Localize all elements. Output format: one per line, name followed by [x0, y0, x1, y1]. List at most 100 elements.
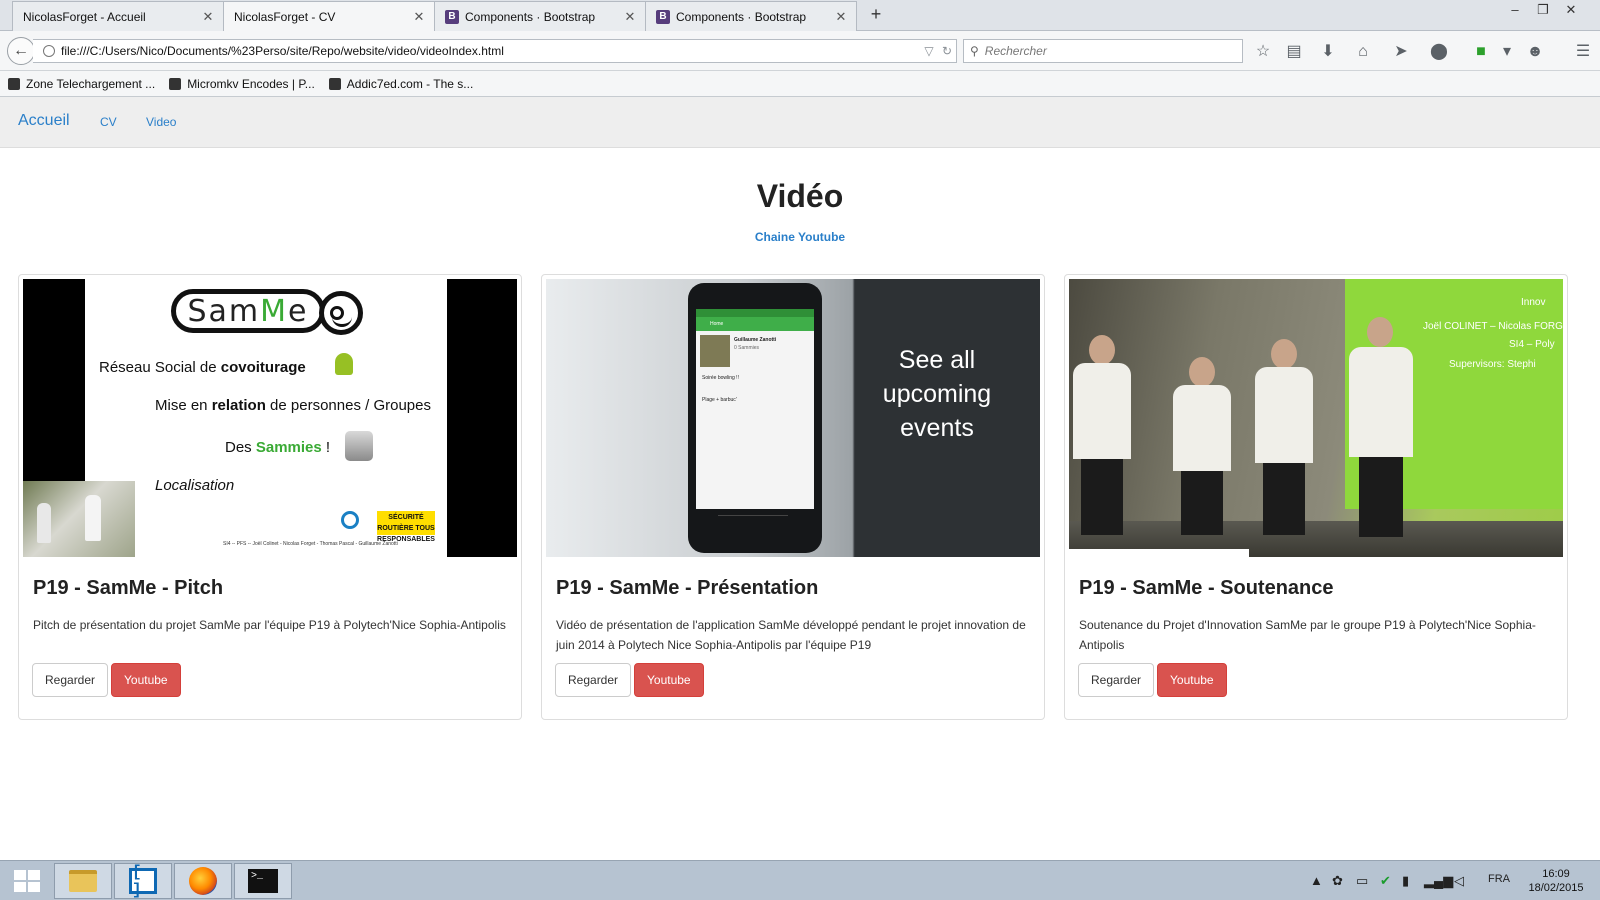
- card-title: P19 - SamMe - Soutenance: [1079, 577, 1334, 599]
- watch-button[interactable]: Regarder: [555, 663, 632, 697]
- tab-title: NicolasForget - CV: [234, 10, 336, 24]
- card-description: Soutenance du Projet d'Innovation SamMe …: [1079, 618, 1536, 652]
- youtube-channel-link[interactable]: Chaine Youtube: [0, 230, 1600, 244]
- slide-line: Réseau Social de covoiturage: [99, 359, 306, 376]
- system-clock[interactable]: 16:09 18/02/2015: [1520, 867, 1592, 895]
- windows-start-icon[interactable]: [14, 870, 40, 892]
- network-icon[interactable]: ▂▄▆: [1424, 873, 1453, 889]
- slide-line-text: Des: [225, 439, 256, 456]
- search-input[interactable]: ⚲ Rechercher: [963, 39, 1243, 63]
- youtube-button[interactable]: Youtube: [634, 663, 704, 697]
- slide-line-bold: relation: [211, 397, 266, 414]
- slide-line-text: Réseau Social de: [99, 359, 221, 376]
- slide-line: Mise en relation de personnes / Groupes: [155, 397, 431, 414]
- minimize-icon[interactable]: –: [1500, 2, 1530, 17]
- home-icon[interactable]: ⌂: [1352, 41, 1374, 63]
- person-head: [1189, 357, 1215, 387]
- terminal-icon: >_: [248, 869, 278, 893]
- adblock-icon[interactable]: ⬤: [1428, 41, 1450, 63]
- video-thumbnail[interactable]: Innov Joël COLINET – Nicolas FORGET – SI…: [1069, 279, 1563, 557]
- restore-icon[interactable]: ❐: [1528, 2, 1558, 18]
- event-item: Soirée bowling !!: [702, 375, 739, 381]
- slide-footer: SI4 -- PFS -- Joël Colinet - Nicolas For…: [223, 541, 398, 547]
- video-thumbnail[interactable]: Sam Me Réseau Social de covoiturage Mise …: [23, 279, 517, 557]
- address-bar[interactable]: file:///C:/Users/Nico/Documents/%23Perso…: [33, 39, 957, 63]
- tray-arrow-icon[interactable]: ▲: [1310, 873, 1323, 888]
- watch-button[interactable]: Regarder: [32, 663, 109, 697]
- partner-logo-icon: [341, 511, 359, 529]
- send-icon[interactable]: ➤: [1390, 41, 1412, 63]
- tray-app-icon[interactable]: ✿: [1332, 873, 1343, 889]
- taskbar-terminal[interactable]: >_: [234, 863, 292, 899]
- nav-link-cv[interactable]: CV: [100, 115, 117, 129]
- bookmark-item[interactable]: Addic7ed.com - The s...: [328, 76, 474, 91]
- menu-icon[interactable]: ☰: [1572, 41, 1594, 63]
- clock-time: 16:09: [1542, 868, 1570, 880]
- taskbar-firefox[interactable]: [174, 863, 232, 899]
- person-legs: [1081, 459, 1123, 535]
- bookmark-item[interactable]: Micromkv Encodes | P...: [169, 77, 315, 91]
- download-icon[interactable]: ⬇: [1317, 41, 1339, 63]
- bookmark-item[interactable]: Zone Telechargement ...: [8, 77, 155, 91]
- url-text: file:///C:/Users/Nico/Documents/%23Perso…: [61, 44, 504, 58]
- brackets-icon: [ ]: [129, 863, 157, 899]
- app-bar-title: Home: [710, 321, 724, 327]
- slide-line-bold: covoiturage: [220, 359, 306, 376]
- person-torso: [1349, 347, 1413, 457]
- person-torso: [1255, 367, 1313, 463]
- taskbar-brackets[interactable]: [ ]: [114, 863, 172, 899]
- video-thumbnail[interactable]: Home Guillaume Zanotti 0 Sammies Soirée …: [546, 279, 1040, 557]
- tray-security-icon[interactable]: ✔: [1380, 873, 1391, 889]
- card-description: Pitch de présentation du projet SamMe pa…: [33, 618, 506, 632]
- volume-icon[interactable]: ◁: [1454, 873, 1464, 889]
- bootstrap-icon: B: [656, 9, 670, 24]
- card-title: P19 - SamMe - Présentation: [556, 577, 819, 599]
- phone-status-bar: [696, 309, 814, 317]
- youtube-button[interactable]: Youtube: [1157, 663, 1227, 697]
- new-tab-icon[interactable]: +: [866, 4, 886, 25]
- bookmark-label: Addic7ed.com - The s...: [346, 76, 474, 91]
- brand-link[interactable]: Accueil: [18, 112, 70, 130]
- url-strip: [1069, 549, 1249, 557]
- dropdown-arrow-icon[interactable]: ▽: [920, 44, 938, 58]
- nav-link-video[interactable]: Video: [146, 115, 176, 129]
- tray-monitor-icon[interactable]: ▭: [1356, 873, 1368, 889]
- tab-cv[interactable]: NicolasForget - CV ✕: [223, 1, 435, 32]
- bootstrap-icon: B: [445, 9, 459, 24]
- tray-power-icon[interactable]: ▮: [1402, 873, 1409, 889]
- chat-icon[interactable]: ☻: [1524, 41, 1546, 63]
- taskbar-explorer[interactable]: [54, 863, 112, 899]
- back-arrow-icon[interactable]: ←: [7, 37, 35, 65]
- taskbar: [ ] >_ ▲ ✿ ▭ ✔ ▮ ▂▄▆ ◁ FRA 16:09 18/02/2…: [0, 860, 1600, 900]
- youtube-button[interactable]: Youtube: [111, 663, 181, 697]
- chevron-down-icon[interactable]: ▾: [1496, 41, 1518, 63]
- reading-list-icon[interactable]: ▤: [1283, 41, 1305, 63]
- tab-bootstrap-1[interactable]: B Components · Bootstrap ✕: [434, 1, 646, 31]
- folder-icon: [69, 870, 97, 892]
- language-indicator[interactable]: FRA: [1488, 873, 1510, 885]
- profile-sub: 0 Sammies: [734, 345, 760, 351]
- phone-nav-keys: [718, 515, 788, 525]
- star-icon[interactable]: ☆: [1252, 41, 1274, 63]
- globe-icon: [43, 45, 55, 57]
- person-head: [1271, 339, 1297, 369]
- watch-button[interactable]: Regarder: [1078, 663, 1155, 697]
- extension-icon[interactable]: ■: [1470, 41, 1492, 63]
- reload-icon[interactable]: ↻: [938, 44, 956, 58]
- close-tab-icon[interactable]: ✕: [412, 9, 426, 25]
- window-close-icon[interactable]: ✕: [1556, 2, 1586, 18]
- tab-bootstrap-2[interactable]: B Components · Bootstrap ✕: [645, 1, 857, 31]
- tab-accueil[interactable]: NicolasForget - Accueil ✕: [12, 1, 224, 31]
- browser-tab-strip: NicolasForget - Accueil ✕ NicolasForget …: [0, 0, 1600, 32]
- slide-line: Des Sammies !: [225, 439, 330, 456]
- clock-date: 18/02/2015: [1528, 882, 1584, 894]
- bookmark-label: Zone Telechargement ...: [26, 76, 156, 91]
- samme-logo: Sam Me: [171, 289, 325, 333]
- slide-line-text: !: [321, 439, 331, 456]
- bookmarks-bar: Zone Telechargement ... Micromkv Encodes…: [0, 71, 1600, 97]
- bookmark-favicon-icon: [8, 77, 20, 90]
- close-tab-icon[interactable]: ✕: [834, 9, 848, 25]
- close-tab-icon[interactable]: ✕: [201, 9, 215, 25]
- avatar: [700, 335, 730, 367]
- close-tab-icon[interactable]: ✕: [623, 9, 637, 25]
